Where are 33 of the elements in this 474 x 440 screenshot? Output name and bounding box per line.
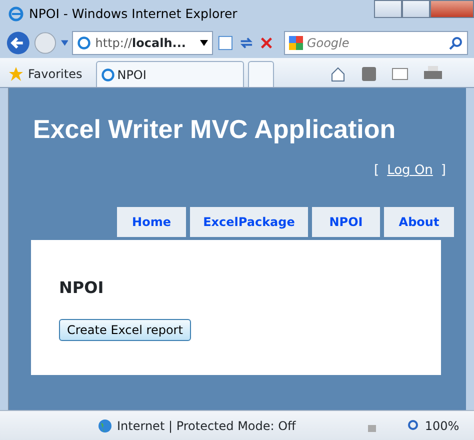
close-button[interactable] — [430, 0, 474, 18]
menu-tab[interactable]: Home — [117, 206, 186, 237]
zoom-level[interactable]: 100% — [424, 416, 460, 434]
site-title: Excel Writer MVC Application — [33, 114, 397, 146]
favorites-button[interactable]: Favorites — [28, 65, 82, 83]
maximize-button[interactable] — [402, 0, 430, 18]
page-heading: NPOI — [59, 278, 105, 297]
address-field[interactable]: http://localh... — [72, 31, 214, 55]
search-icon[interactable] — [449, 36, 463, 50]
print-icon[interactable] — [424, 66, 442, 82]
new-tab-button[interactable] — [248, 61, 274, 87]
search-field[interactable]: Google — [284, 31, 468, 55]
dropdown-icon[interactable] — [200, 40, 208, 46]
stop-icon[interactable] — [258, 35, 274, 51]
bracket: [ — [374, 162, 380, 180]
page-icon — [77, 36, 92, 50]
browser-tab[interactable]: NPOI — [96, 61, 244, 87]
window-title: NPOI - Windows Internet Explorer — [29, 4, 238, 23]
minimize-button[interactable] — [374, 0, 402, 18]
create-report-button[interactable]: Create Excel report — [59, 318, 191, 341]
bracket: ] — [440, 162, 446, 180]
star-icon — [8, 66, 24, 82]
menu-tab[interactable]: NPOI — [312, 206, 380, 237]
globe-icon — [98, 418, 112, 432]
menu-tab[interactable]: ExcelPackage — [190, 206, 308, 237]
log-on-link[interactable]: Log On — [387, 161, 433, 181]
menu-tab[interactable]: About — [384, 206, 454, 237]
page-icon — [101, 68, 116, 82]
search-provider-icon — [288, 36, 303, 50]
browser-icon — [8, 6, 24, 22]
back-icon[interactable] — [6, 30, 30, 56]
security-zone-text[interactable]: Internet | Protected Mode: Off — [117, 416, 296, 434]
home-icon[interactable] — [330, 66, 346, 82]
